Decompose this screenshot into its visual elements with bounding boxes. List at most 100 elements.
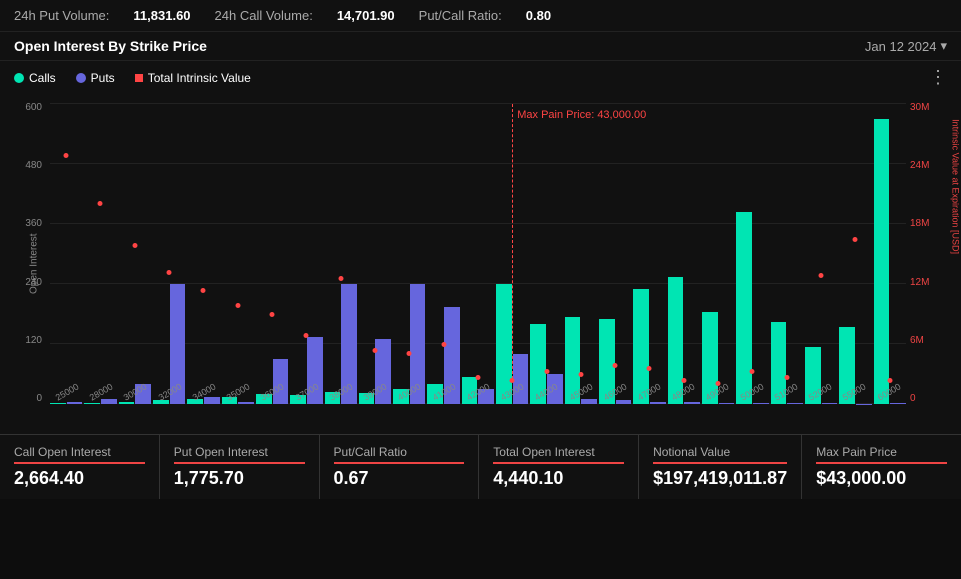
bottom-stats: Call Open Interest 2,664.40 Put Open Inter… bbox=[0, 434, 961, 499]
x-label: 45000 bbox=[563, 379, 598, 405]
legend-intrinsic: Total Intrinsic Value bbox=[135, 71, 251, 85]
legend-calls: Calls bbox=[14, 71, 56, 85]
stat-value: 1,775.70 bbox=[174, 468, 305, 489]
bar-group bbox=[702, 104, 734, 404]
stat-value: $197,419,011.87 bbox=[653, 468, 787, 489]
y-left-tick: 0 bbox=[4, 393, 46, 404]
intrinsic-dot bbox=[853, 237, 858, 242]
chart-title: Open Interest By Strike Price bbox=[14, 38, 207, 54]
bar-group bbox=[187, 104, 219, 404]
intrinsic-dot bbox=[613, 363, 618, 368]
y-right-tick: 12M bbox=[910, 277, 957, 288]
y-axis-right: 30M24M18M12M6M0Intrinsic Value at Expira… bbox=[906, 94, 961, 404]
bars-container bbox=[50, 104, 906, 404]
x-label: 38000 bbox=[324, 379, 359, 405]
stat-label: Notional Value bbox=[653, 445, 787, 464]
bar-group bbox=[153, 104, 185, 404]
bar-group bbox=[359, 104, 391, 404]
chart-area: 6004803602401200 30M24M18M12M6M0Intrinsi… bbox=[0, 94, 961, 434]
legend-puts: Puts bbox=[76, 71, 115, 85]
x-label: 50000 bbox=[734, 379, 769, 405]
call-volume-value: 14,701.90 bbox=[337, 8, 395, 23]
bar-group bbox=[599, 104, 631, 404]
stat-item: Put Open Interest 1,775.70 bbox=[160, 435, 320, 499]
bar-group bbox=[325, 104, 357, 404]
x-label: 25000 bbox=[50, 379, 85, 405]
stat-label: Put Open Interest bbox=[174, 445, 305, 464]
y-left-tick: 240 bbox=[4, 277, 46, 288]
x-label: 35000 bbox=[221, 379, 256, 405]
y-left-tick: 480 bbox=[4, 160, 46, 171]
y-axis-left: 6004803602401200 bbox=[0, 94, 50, 404]
intrinsic-dot bbox=[578, 372, 583, 377]
bar-call bbox=[874, 119, 890, 404]
intrinsic-dot bbox=[201, 288, 206, 293]
x-label: 47000 bbox=[632, 379, 667, 405]
intrinsic-dot bbox=[98, 201, 103, 206]
stat-item: Put/Call Ratio0.67 bbox=[320, 435, 480, 499]
x-label: 39000 bbox=[358, 379, 393, 405]
intrinsic-dot bbox=[819, 273, 824, 278]
ratio-value: 0.80 bbox=[526, 8, 551, 23]
ratio-label: Put/Call Ratio: bbox=[419, 8, 502, 23]
intrinsic-dot bbox=[407, 351, 412, 356]
calls-label: Calls bbox=[29, 71, 56, 85]
intrinsic-dot bbox=[235, 303, 240, 308]
date-label: Jan 12 2024 bbox=[865, 39, 937, 54]
x-axis: 2500028000300003200034000350003600037000… bbox=[50, 379, 906, 404]
y-left-tick: 120 bbox=[4, 335, 46, 346]
intrinsic-dot bbox=[750, 369, 755, 374]
x-label: 51000 bbox=[769, 379, 804, 405]
bar-group bbox=[805, 104, 837, 404]
stat-item: Max Pain Price $43,000.00 bbox=[802, 435, 961, 499]
stat-value: 4,440.10 bbox=[493, 468, 624, 489]
y-right-tick: 30M bbox=[910, 102, 957, 113]
x-label: 37000 bbox=[289, 379, 324, 405]
stat-value: 2,664.40 bbox=[14, 468, 145, 489]
stat-label: Max Pain Price bbox=[816, 445, 947, 464]
intrinsic-dot bbox=[441, 342, 446, 347]
max-pain-line: Max Pain Price: 43,000.00 bbox=[512, 104, 513, 379]
bar-group bbox=[736, 104, 768, 404]
puts-label: Puts bbox=[91, 71, 115, 85]
intrinsic-label: Total Intrinsic Value bbox=[148, 71, 251, 85]
bar-group bbox=[874, 104, 906, 404]
intrinsic-dot bbox=[338, 276, 343, 281]
intrinsic-dot bbox=[544, 369, 549, 374]
x-label: 60000 bbox=[871, 379, 906, 405]
top-bar: 24h Put Volume: 11,831.60 24h Call Volum… bbox=[0, 0, 961, 32]
intrinsic-dot bbox=[167, 270, 172, 275]
y-right-axis-label: Intrinsic Value at Expiration [USD] bbox=[951, 119, 961, 254]
bar-group bbox=[633, 104, 665, 404]
stat-value: $43,000.00 bbox=[816, 468, 947, 489]
x-label: 40000 bbox=[392, 379, 427, 405]
chart-date[interactable]: Jan 12 2024 ▾ bbox=[865, 38, 947, 54]
bar-group bbox=[427, 104, 459, 404]
puts-dot bbox=[76, 73, 86, 83]
x-label: 55000 bbox=[837, 379, 872, 405]
x-label: 49000 bbox=[700, 379, 735, 405]
x-label: 43000 bbox=[495, 379, 530, 405]
intrinsic-dot bbox=[372, 348, 377, 353]
x-label: 36000 bbox=[255, 379, 290, 405]
x-label: 52000 bbox=[803, 379, 838, 405]
bar-group bbox=[462, 104, 494, 404]
put-volume-label: 24h Put Volume: bbox=[14, 8, 109, 23]
stat-label: Call Open Interest bbox=[14, 445, 145, 464]
bar-group bbox=[119, 104, 151, 404]
stat-value: 0.67 bbox=[334, 468, 465, 489]
legend: Calls Puts Total Intrinsic Value ⋮ bbox=[0, 61, 961, 94]
more-options-icon[interactable]: ⋮ bbox=[929, 67, 947, 88]
bar-group bbox=[222, 104, 254, 404]
x-label: 34000 bbox=[187, 379, 222, 405]
max-pain-label: Max Pain Price: 43,000.00 bbox=[517, 109, 646, 121]
chevron-down-icon: ▾ bbox=[940, 38, 947, 54]
x-label: 42000 bbox=[461, 379, 496, 405]
bar-group bbox=[84, 104, 116, 404]
stat-item: Call Open Interest 2,664.40 bbox=[0, 435, 160, 499]
bar-group bbox=[668, 104, 700, 404]
bar-group bbox=[393, 104, 425, 404]
open-interest-axis-label: Open Interest bbox=[29, 234, 40, 294]
stat-item: Notional Value $197,419,011.87 bbox=[639, 435, 802, 499]
intrinsic-dot bbox=[64, 153, 69, 158]
